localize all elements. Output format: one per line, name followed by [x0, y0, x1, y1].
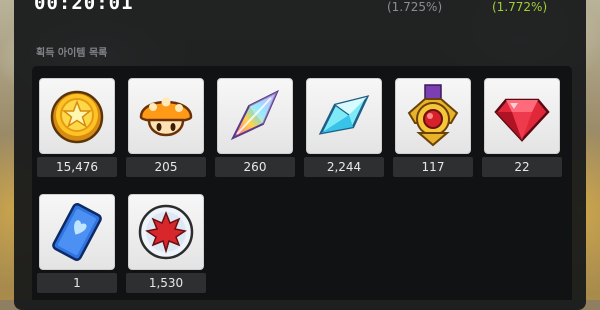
- blue-card-icon: [52, 203, 102, 261]
- exp-rate-previous: (1.725%): [387, 0, 443, 14]
- item-slot-blue-crystal[interactable]: 2,244: [304, 78, 384, 177]
- acquired-items-title: 획득 아이템 목록: [36, 48, 108, 59]
- item-slot-gold-coin[interactable]: 15,476: [37, 78, 117, 177]
- blue-crystal-icon: [318, 95, 370, 135]
- item-count: 117: [393, 157, 473, 177]
- item-count: 1,530: [126, 273, 206, 293]
- item-slot-blue-card[interactable]: 1: [37, 194, 117, 293]
- item-count: 1: [37, 273, 117, 293]
- item-slot-maple-orb[interactable]: 1,530: [126, 194, 206, 293]
- maple-leaf-orb-icon: [138, 204, 194, 260]
- rainbow-crystal-icon: [230, 89, 280, 141]
- elapsed-timer: 00:20:01: [34, 0, 134, 14]
- item-count: 205: [126, 157, 206, 177]
- item-count: 22: [482, 157, 562, 177]
- gold-medal-icon: [407, 84, 459, 147]
- item-slot-red-gem[interactable]: 22: [482, 78, 562, 177]
- gold-coin-icon: [50, 90, 104, 144]
- item-slot-mushroom[interactable]: 205: [126, 78, 206, 177]
- item-slot-rainbow-crystal[interactable]: 260: [215, 78, 295, 177]
- item-slot-medal[interactable]: 117: [393, 78, 473, 177]
- item-count: 2,244: [304, 157, 384, 177]
- red-gem-icon: [494, 98, 550, 142]
- orange-mushroom-icon: [139, 97, 193, 137]
- item-count: 15,476: [37, 157, 117, 177]
- exp-rate-current: (1.772%): [492, 0, 548, 14]
- item-count: 260: [215, 157, 295, 177]
